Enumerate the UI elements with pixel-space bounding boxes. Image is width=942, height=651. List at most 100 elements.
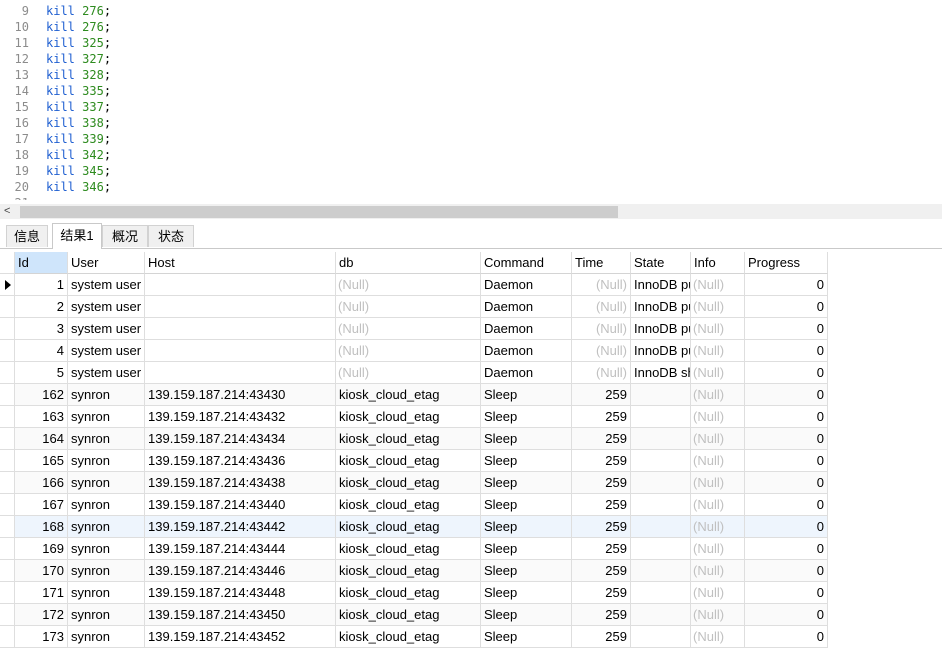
cell-info[interactable]: (Null) <box>691 472 745 494</box>
cell-command[interactable]: Daemon <box>481 296 572 318</box>
column-header-time[interactable]: Time <box>572 252 631 274</box>
row-indicator[interactable] <box>0 450 15 472</box>
cell-host[interactable]: 139.159.187.214:43448 <box>145 582 336 604</box>
cell-db[interactable]: (Null) <box>336 362 481 384</box>
row-indicator[interactable] <box>0 318 15 340</box>
cell-id[interactable]: 162 <box>15 384 68 406</box>
cell-host[interactable] <box>145 274 336 296</box>
cell-command[interactable]: Daemon <box>481 274 572 296</box>
cell-host[interactable]: 139.159.187.214:43444 <box>145 538 336 560</box>
cell-state[interactable] <box>631 538 691 560</box>
cell-state[interactable] <box>631 406 691 428</box>
cell-id[interactable]: 172 <box>15 604 68 626</box>
cell-id[interactable]: 164 <box>15 428 68 450</box>
cell-state[interactable] <box>631 560 691 582</box>
cell-db[interactable]: kiosk_cloud_etag <box>336 406 481 428</box>
cell-command[interactable]: Sleep <box>481 538 572 560</box>
row-indicator[interactable] <box>0 626 15 648</box>
cell-command[interactable]: Sleep <box>481 582 572 604</box>
cell-user[interactable]: synron <box>68 538 145 560</box>
cell-command[interactable]: Daemon <box>481 362 572 384</box>
cell-info[interactable]: (Null) <box>691 450 745 472</box>
column-header-state[interactable]: State <box>631 252 691 274</box>
cell-state[interactable] <box>631 450 691 472</box>
cell-user[interactable]: synron <box>68 472 145 494</box>
cell-time[interactable]: (Null) <box>572 318 631 340</box>
cell-progress[interactable]: 0 <box>745 516 828 538</box>
cell-host[interactable]: 139.159.187.214:43442 <box>145 516 336 538</box>
cell-info[interactable]: (Null) <box>691 274 745 296</box>
cell-id[interactable]: 165 <box>15 450 68 472</box>
cell-state[interactable] <box>631 516 691 538</box>
scroll-left-arrow-icon[interactable]: < <box>4 204 10 219</box>
cell-db[interactable]: (Null) <box>336 340 481 362</box>
cell-progress[interactable]: 0 <box>745 626 828 648</box>
cell-state[interactable] <box>631 582 691 604</box>
table-row[interactable]: 2 system user (Null) Daemon (Null) InnoDB pu(… <box>0 296 828 318</box>
cell-time[interactable]: 259 <box>572 604 631 626</box>
cell-host[interactable] <box>145 296 336 318</box>
cell-db[interactable]: kiosk_cloud_etag <box>336 384 481 406</box>
cell-id[interactable]: 168 <box>15 516 68 538</box>
cell-state[interactable] <box>631 428 691 450</box>
table-row[interactable]: 163 synron 139.159.187.214:43432 kiosk_clou… <box>0 406 828 428</box>
cell-info[interactable]: (Null) <box>691 318 745 340</box>
row-indicator[interactable] <box>0 428 15 450</box>
table-row[interactable]: 3 system user (Null) Daemon (Null) InnoDB pu(… <box>0 318 828 340</box>
tab-status[interactable]: 状态 <box>148 225 194 247</box>
cell-id[interactable]: 5 <box>15 362 68 384</box>
cell-progress[interactable]: 0 <box>745 582 828 604</box>
cell-info[interactable]: (Null) <box>691 428 745 450</box>
cell-user[interactable]: synron <box>68 406 145 428</box>
cell-time[interactable]: 259 <box>572 494 631 516</box>
cell-state[interactable] <box>631 384 691 406</box>
column-header-db[interactable]: db <box>336 252 481 274</box>
cell-user[interactable]: system user <box>68 340 145 362</box>
cell-time[interactable]: (Null) <box>572 340 631 362</box>
cell-db[interactable]: (Null) <box>336 274 481 296</box>
cell-info[interactable]: (Null) <box>691 626 745 648</box>
row-indicator[interactable] <box>0 362 15 384</box>
cell-db[interactable]: kiosk_cloud_etag <box>336 472 481 494</box>
cell-command[interactable]: Sleep <box>481 604 572 626</box>
cell-host[interactable]: 139.159.187.214:43430 <box>145 384 336 406</box>
scrollbar-thumb[interactable] <box>20 206 618 218</box>
cell-progress[interactable]: 0 <box>745 428 828 450</box>
cell-id[interactable]: 166 <box>15 472 68 494</box>
tab-info[interactable]: 信息 <box>6 225 48 247</box>
cell-id[interactable]: 169 <box>15 538 68 560</box>
cell-time[interactable]: 259 <box>572 582 631 604</box>
cell-progress[interactable]: 0 <box>745 450 828 472</box>
cell-state[interactable]: InnoDB pu <box>631 318 691 340</box>
column-header-host[interactable]: Host <box>145 252 336 274</box>
cell-info[interactable]: (Null) <box>691 494 745 516</box>
cell-db[interactable]: kiosk_cloud_etag <box>336 450 481 472</box>
cell-time[interactable]: 259 <box>572 450 631 472</box>
row-indicator[interactable] <box>0 296 15 318</box>
cell-info[interactable]: (Null) <box>691 538 745 560</box>
table-row[interactable]: 169 synron 139.159.187.214:43444 kiosk_clou… <box>0 538 828 560</box>
column-header-user[interactable]: User <box>68 252 145 274</box>
cell-id[interactable]: 4 <box>15 340 68 362</box>
row-indicator[interactable] <box>0 604 15 626</box>
table-row[interactable]: 4 system user (Null) Daemon (Null) InnoDB pu(… <box>0 340 828 362</box>
cell-time[interactable]: 259 <box>572 516 631 538</box>
cell-info[interactable]: (Null) <box>691 516 745 538</box>
result-grid[interactable]: Id User Host db Command Time State Info Progress… <box>0 251 942 651</box>
cell-info[interactable]: (Null) <box>691 604 745 626</box>
cell-host[interactable] <box>145 318 336 340</box>
cell-time[interactable]: (Null) <box>572 296 631 318</box>
row-indicator[interactable] <box>0 472 15 494</box>
cell-id[interactable]: 3 <box>15 318 68 340</box>
table-row[interactable]: 165 synron 139.159.187.214:43436 kiosk_clou… <box>0 450 828 472</box>
cell-state[interactable] <box>631 472 691 494</box>
row-indicator[interactable] <box>0 516 15 538</box>
cell-progress[interactable]: 0 <box>745 318 828 340</box>
cell-progress[interactable]: 0 <box>745 406 828 428</box>
cell-command[interactable]: Sleep <box>481 406 572 428</box>
cell-info[interactable]: (Null) <box>691 406 745 428</box>
cell-id[interactable]: 173 <box>15 626 68 648</box>
cell-user[interactable]: system user <box>68 274 145 296</box>
table-row[interactable]: 164 synron 139.159.187.214:43434 kiosk_clou… <box>0 428 828 450</box>
row-indicator[interactable] <box>0 406 15 428</box>
